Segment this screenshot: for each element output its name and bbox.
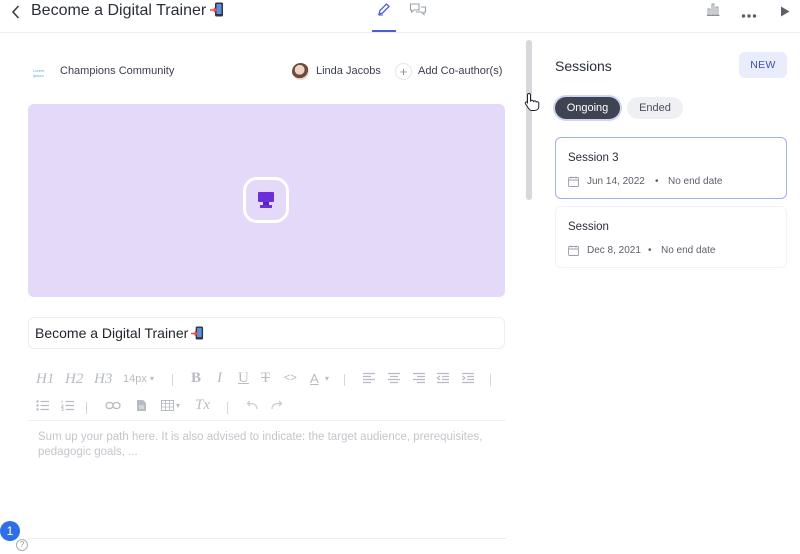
calendar-icon	[568, 245, 579, 256]
undo-icon[interactable]	[246, 400, 259, 410]
heading-3-button[interactable]: H3	[94, 372, 112, 387]
mobile-phone-arrow-icon	[210, 2, 224, 17]
rich-text-toolbar: H1 H2 H3 14px ▾ B I U T <> A ▾ ▾ Tx	[28, 368, 506, 420]
cover-image[interactable]	[28, 104, 505, 297]
notification-badge[interactable]: 1	[0, 521, 20, 541]
community-link[interactable]: Champions Community	[60, 65, 174, 77]
computer-monitor-icon	[243, 177, 289, 223]
pencil-icon	[378, 3, 390, 16]
separator-dot: •	[655, 176, 659, 187]
session-start-date: Dec 8, 2021	[587, 245, 641, 256]
session-card[interactable]: Session Dec 8, 2021 • No end date	[555, 206, 787, 268]
filter-ended[interactable]: Ended	[627, 97, 683, 119]
play-preview-icon[interactable]	[780, 4, 790, 17]
session-end-date: No end date	[661, 245, 716, 256]
align-center-icon[interactable]	[387, 372, 401, 384]
toolbar-divider	[344, 374, 345, 386]
sessions-title: Sessions	[555, 58, 612, 74]
session-card[interactable]: Session 3 Jun 14, 2022 • No end date	[555, 137, 787, 199]
outdent-icon[interactable]	[436, 372, 450, 384]
tab-edit[interactable]	[372, 0, 396, 32]
bar-chart-icon[interactable]	[706, 3, 720, 16]
back-chevron-icon[interactable]	[6, 3, 24, 21]
font-size-select[interactable]: 14px	[123, 374, 147, 385]
bold-button[interactable]: B	[191, 371, 201, 386]
tab-comments[interactable]	[409, 2, 427, 18]
align-right-icon[interactable]	[412, 372, 426, 384]
table-icon[interactable]	[161, 400, 174, 411]
page-title-text: Become a Digital Trainer	[31, 2, 207, 19]
chevron-down-icon: ▾	[325, 374, 330, 383]
code-button[interactable]: <>	[284, 373, 297, 384]
align-left-icon[interactable]	[362, 372, 376, 384]
avatar	[292, 63, 309, 80]
path-title-value: Become a Digital Trainer	[35, 325, 189, 341]
mobile-phone-arrow-icon	[191, 326, 204, 340]
calendar-icon	[568, 176, 579, 187]
toolbar-divider	[490, 374, 491, 386]
help-icon[interactable]: ?	[16, 539, 28, 551]
session-name: Session 3	[568, 152, 619, 164]
heading-2-button[interactable]: H2	[65, 372, 83, 387]
toolbar-divider	[172, 374, 173, 386]
text-color-button[interactable]: A	[310, 372, 319, 385]
new-session-button[interactable]: NEW	[739, 52, 787, 78]
footer-divider	[28, 538, 506, 539]
chevron-down-icon: ▾	[150, 374, 155, 383]
chevron-down-icon: ▾	[176, 401, 181, 410]
more-options-icon[interactable]	[741, 6, 757, 18]
page-title: Become a Digital Trainer	[31, 2, 224, 20]
link-icon[interactable]	[105, 401, 121, 410]
add-coauthor-button[interactable]: Add Co-author(s)	[418, 65, 502, 77]
separator-dot: •	[648, 245, 652, 256]
bullet-list-icon[interactable]	[36, 400, 49, 411]
scrollbar-thumb[interactable]	[526, 40, 532, 200]
top-bar: Become a Digital Trainer	[0, 0, 800, 33]
clear-format-button[interactable]: Tx	[195, 398, 210, 413]
hand-cursor-icon	[524, 92, 540, 111]
file-icon[interactable]	[136, 399, 147, 412]
session-name: Session	[568, 221, 609, 233]
author-name[interactable]: Linda Jacobs	[316, 65, 381, 77]
plus-icon[interactable]: +	[395, 63, 412, 80]
filter-ongoing[interactable]: Ongoing	[555, 97, 620, 119]
toolbar-divider	[227, 402, 228, 414]
numbered-list-icon[interactable]	[61, 400, 74, 411]
heading-1-button[interactable]: H1	[36, 372, 54, 387]
session-end-date: No end date	[668, 176, 723, 187]
chat-bubbles-icon	[409, 3, 427, 16]
italic-button[interactable]: I	[217, 371, 222, 386]
strikethrough-button[interactable]: T	[261, 371, 270, 386]
session-date-row: Dec 8, 2021 • No end date	[568, 244, 778, 258]
toolbar-divider	[86, 402, 87, 414]
meta-row: Lorem ipsum Champions Community Linda Ja…	[28, 60, 506, 84]
path-title-input[interactable]: Become a Digital Trainer	[28, 317, 505, 349]
toolbar-bottom-divider	[28, 420, 506, 421]
indent-icon[interactable]	[461, 372, 475, 384]
session-start-date: Jun 14, 2022	[587, 176, 645, 187]
summary-textarea[interactable]: Sum up your path here. It is also advise…	[38, 430, 498, 460]
session-date-row: Jun 14, 2022 • No end date	[568, 175, 778, 189]
underline-button[interactable]: U	[238, 371, 249, 386]
community-logo: Lorem ipsum	[33, 68, 45, 78]
redo-icon[interactable]	[270, 400, 283, 410]
